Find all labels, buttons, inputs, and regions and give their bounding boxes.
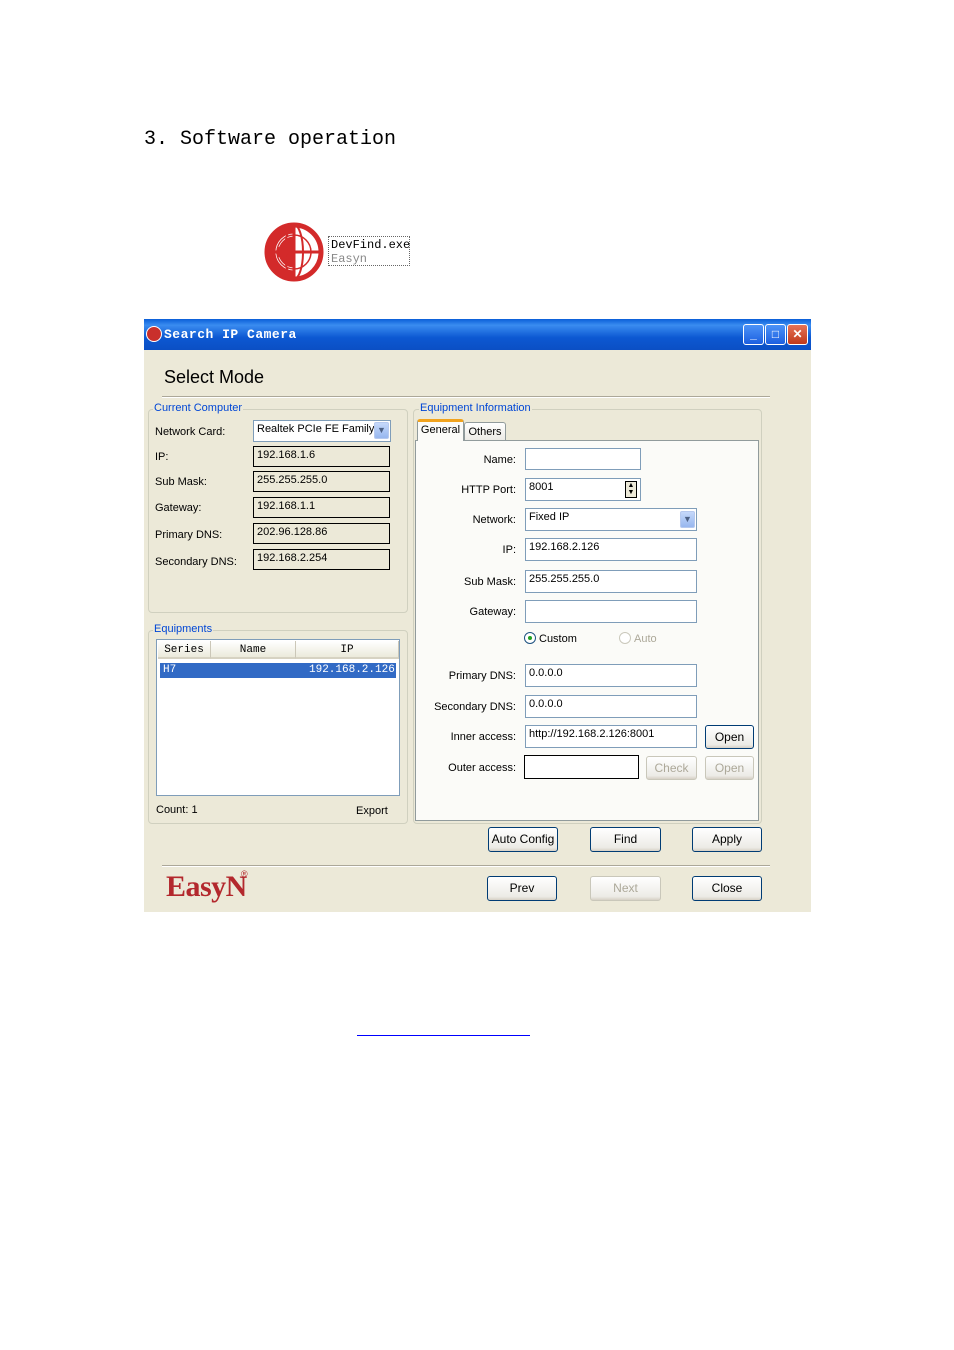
icon-subtitle: Easyn: [331, 252, 368, 266]
secondary-dns-label: Secondary DNS:: [155, 556, 237, 568]
outer-open-button[interactable]: Open: [705, 756, 754, 780]
network-card-value: Realtek PCIe FE Family C: [257, 423, 386, 435]
submask-label: Sub Mask:: [155, 476, 207, 488]
close-window-button[interactable]: ✕: [787, 324, 808, 345]
prev-button[interactable]: Prev: [487, 876, 557, 901]
auto-radio[interactable]: [619, 632, 631, 644]
row-ip: 192.168.2.126: [309, 664, 395, 676]
equipment-list[interactable]: Series Name IP H7 192.168.2.126: [156, 639, 400, 796]
section-heading: 3. Software operation: [144, 128, 397, 151]
gateway-label: Gateway:: [155, 502, 202, 514]
find-button[interactable]: Find: [590, 827, 661, 852]
search-ip-camera-window: Search IP Camera _ □ ✕ Select Mode Curre…: [144, 319, 811, 912]
apply-button[interactable]: Apply: [692, 827, 762, 852]
auto-config-button[interactable]: Auto Config: [488, 827, 558, 852]
device-gateway-label: Gateway:: [469, 606, 516, 618]
registered-mark: ®: [241, 869, 248, 879]
outer-access-input[interactable]: [524, 755, 639, 779]
network-card-select[interactable]: Realtek PCIe FE Family C: [253, 420, 391, 442]
device-ip-label: IP:: [502, 544, 516, 556]
inner-open-button[interactable]: Open: [705, 725, 754, 749]
custom-radio-label[interactable]: Custom: [539, 633, 577, 645]
globe-logo-icon: [264, 222, 324, 282]
next-button[interactable]: Next: [590, 876, 661, 901]
tab-general[interactable]: General: [417, 419, 464, 441]
name-input[interactable]: [525, 448, 641, 470]
close-button[interactable]: Close: [692, 876, 762, 901]
computer-ip-field[interactable]: 192.168.1.6: [253, 446, 390, 467]
equipment-information-label: Equipment Information: [419, 402, 532, 414]
device-primary-dns-label: Primary DNS:: [448, 670, 516, 682]
network-label: Network:: [472, 514, 516, 526]
device-submask-label: Sub Mask:: [464, 576, 516, 588]
device-secondary-dns-label: Secondary DNS:: [434, 701, 516, 713]
header-divider: [162, 396, 770, 398]
footer-divider: [162, 865, 770, 867]
devfind-app-icon[interactable]: [264, 220, 328, 284]
chevron-down-icon[interactable]: ▼: [680, 511, 695, 528]
title-bar[interactable]: Search IP Camera _ □ ✕: [144, 319, 811, 350]
chevron-down-icon[interactable]: ▼: [374, 422, 389, 439]
equipments-label: Equipments: [153, 623, 214, 635]
export-button[interactable]: Export: [356, 805, 388, 817]
device-secondary-dns-input[interactable]: 0.0.0.0: [525, 695, 697, 718]
minimize-button[interactable]: _: [743, 324, 764, 345]
name-label: Name:: [483, 454, 516, 466]
inner-access-label: Inner access:: [450, 731, 516, 743]
easyn-logo: EasyN: [166, 870, 247, 903]
ip-label: IP:: [155, 451, 169, 463]
radio-selected-dot: [528, 636, 532, 640]
page-title: Select Mode: [164, 367, 265, 387]
computer-secondary-dns-field[interactable]: 192.168.2.254: [253, 549, 390, 570]
auto-radio-label[interactable]: Auto: [634, 633, 657, 645]
desktop-icon-caption[interactable]: DevFind.exe Easyn: [328, 236, 410, 266]
computer-submask-field[interactable]: 255.255.255.0: [253, 471, 390, 492]
device-submask-input[interactable]: 255.255.255.0: [525, 570, 697, 593]
outer-access-label: Outer access:: [448, 762, 516, 774]
general-tab-panel: Name: HTTP Port: 8001 ▲ ▼ Network: Fixed …: [415, 440, 759, 821]
row-series: H7: [163, 664, 177, 676]
hyperlink-underline[interactable]: [357, 1035, 530, 1036]
network-select[interactable]: Fixed IP: [525, 508, 697, 531]
tab-others[interactable]: Others: [464, 422, 506, 440]
table-row[interactable]: H7 192.168.2.126: [160, 663, 396, 678]
equipment-count: Count: 1: [156, 804, 198, 816]
computer-primary-dns-field[interactable]: 202.96.128.86: [253, 523, 390, 544]
maximize-button[interactable]: □: [765, 324, 786, 345]
window-title: Search IP Camera: [164, 327, 297, 342]
app-title-icon: [146, 326, 162, 342]
device-gateway-input[interactable]: [525, 600, 697, 623]
spin-arrows-icon[interactable]: ▲ ▼: [625, 481, 637, 498]
column-header-ip[interactable]: IP: [296, 641, 399, 659]
column-header-name[interactable]: Name: [211, 641, 296, 659]
icon-filename: DevFind.exe: [331, 238, 411, 252]
primary-dns-label: Primary DNS:: [155, 529, 223, 541]
network-card-label: Network Card:: [155, 426, 226, 438]
custom-radio[interactable]: [524, 632, 536, 644]
column-header-series[interactable]: Series: [158, 641, 211, 659]
check-button[interactable]: Check: [646, 756, 697, 780]
current-computer-label: Current Computer: [153, 402, 244, 414]
device-primary-dns-input[interactable]: 0.0.0.0: [525, 664, 697, 687]
device-ip-input[interactable]: 192.168.2.126: [525, 538, 697, 561]
network-value: Fixed IP: [529, 511, 570, 523]
computer-gateway-field[interactable]: 192.168.1.1: [253, 497, 390, 518]
inner-access-input[interactable]: http://192.168.2.126:8001: [525, 725, 697, 748]
http-port-label: HTTP Port:: [461, 484, 516, 496]
http-port-stepper[interactable]: 8001: [525, 478, 641, 501]
